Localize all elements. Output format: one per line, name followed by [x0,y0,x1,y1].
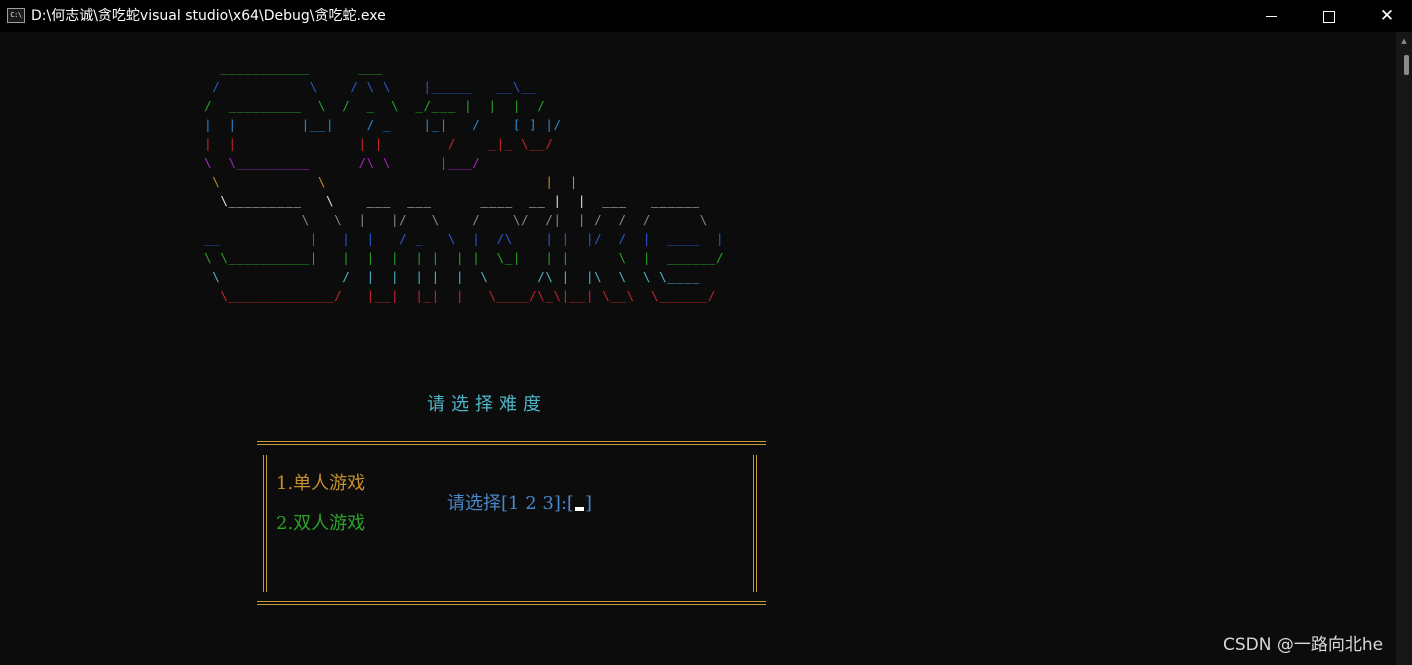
ascii-art-line: \ \__________| | | | | | | | \_| | | \ |… [204,250,725,265]
minimize-icon [1265,16,1277,17]
ascii-art-line: \_____________/ |__| |_| | \____/\_\|__|… [220,288,717,303]
menu-box-top-border [257,441,766,445]
selection-prompt-close: ] [584,493,592,514]
text-cursor [574,507,584,511]
ascii-art-line: / _________ \ / _ \ _/___ | | | / [204,98,546,113]
ascii-art-logo: ___________ ___ / \ / \ \ |_____ __\__ /… [196,58,724,305]
menu-box-bottom-border [257,601,766,605]
ascii-art-line: | | | | / _|_ \__/ [204,136,554,151]
maximize-button[interactable] [1300,0,1358,32]
ascii-art-line: \ \ | | [212,174,578,189]
ascii-art-line: \ \_________ /\ \ |___/ [204,155,481,170]
vertical-scrollbar[interactable] [1396,32,1412,665]
ascii-art-line: \ / | | | | | \ /\ | |\ \ \ \____ [212,269,700,284]
selection-input-prompt[interactable]: 请选择[1 2 3]:[] [447,492,592,516]
scroll-up-arrow-icon[interactable]: ▲ [1398,36,1410,46]
window-title: D:\何志诚\贪吃蛇visual studio\x64\Debug\贪吃蛇.ex… [31,8,386,24]
ascii-art-line: \_________ \ ___ ___ ____ __ | | ___ ___… [220,193,700,208]
maximize-icon [1323,10,1335,23]
ascii-art-text: ___________ ___ / \ / \ \ |_____ __\__ /… [196,58,724,305]
ascii-art-line: / \ / \ \ |_____ __\__ [212,79,538,94]
option-single-player[interactable]: 1.单人游戏 [276,472,365,496]
ascii-art-line: __ | | | / _ \ | /\ | | |/ / | ____ | [204,231,725,246]
close-icon: ✕ [1379,6,1395,26]
scrollbar-thumb[interactable] [1404,55,1409,75]
close-button[interactable]: ✕ [1358,0,1412,32]
option-two-player[interactable]: 2.双人游戏 [276,512,365,536]
menu-box-left-border [263,455,267,592]
console-app-icon[interactable]: C:\ [7,8,25,23]
ascii-art-line: \ \ | |/ \ / \/ /| | / / / \ [301,212,708,227]
ascii-art-line: ___________ ___ [220,60,383,75]
csdn-watermark: CSDN @一路向北he [1223,635,1384,655]
difficulty-prompt: 请选择难度 [427,394,547,415]
ascii-art-line: | | |__| / _ |_| / [ ] |/ [204,117,562,132]
minimize-button[interactable] [1242,0,1300,32]
menu-box-right-border [753,455,757,592]
selection-prompt-label: 请选择[1 2 3]:[ [447,493,574,514]
title-bar: C:\ D:\何志诚\贪吃蛇visual studio\x64\Debug\贪吃… [0,0,1412,32]
